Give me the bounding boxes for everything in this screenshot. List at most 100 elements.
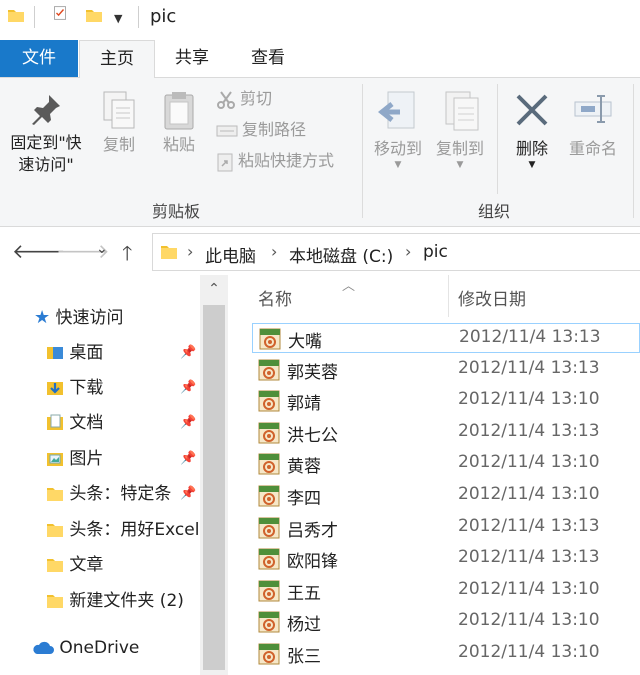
- file-row[interactable]: 李四 2012/11/4 13:10: [252, 481, 640, 511]
- pin-icon[interactable]: 📌: [180, 486, 196, 501]
- ribbon-group-separator: [362, 84, 363, 218]
- scrollbar-thumb[interactable]: [203, 305, 225, 670]
- file-row[interactable]: 杨过 2012/11/4 13:10: [252, 607, 640, 637]
- rename-button[interactable]: 重命名: [562, 90, 624, 160]
- file-row[interactable]: 欧阳锋 2012/11/4 13:13: [252, 544, 640, 574]
- nav-onedrive[interactable]: OneDrive: [32, 633, 139, 663]
- file-name: 张三: [287, 647, 321, 667]
- tab-file[interactable]: 文件: [0, 40, 78, 77]
- file-row[interactable]: 黄蓉 2012/11/4 13:10: [252, 449, 640, 479]
- file-modified-date: 2012/11/4 13:10: [458, 578, 600, 599]
- nav-onedrive-label: OneDrive: [59, 638, 140, 658]
- navigation-pane: ★ 快速访问 桌面 📌 下载 📌 文档 📌 图片 📌 头条：特定条 📌 头条：用…: [0, 275, 200, 675]
- address-path-box[interactable]: › 此电脑 › 本地磁盘 (C:) › pic: [152, 233, 640, 271]
- ribbon-group-separator: [633, 84, 634, 218]
- copy-to-label: 复制到: [435, 139, 484, 158]
- file-row[interactable]: 郭芙蓉 2012/11/4 13:13: [252, 355, 640, 385]
- copy-path-button[interactable]: 复制路径: [216, 117, 306, 143]
- paste-shortcut-button[interactable]: 粘贴快捷方式: [216, 148, 334, 174]
- tab-share[interactable]: 共享: [158, 40, 226, 77]
- jpg-file-icon: [259, 328, 281, 350]
- breadcrumb-separator-icon[interactable]: ›: [187, 242, 193, 261]
- file-name: 黄蓉: [287, 457, 321, 478]
- up-arrow-icon[interactable]: 🡑: [122, 239, 132, 273]
- pin-icon[interactable]: 📌: [180, 451, 196, 466]
- column-separator[interactable]: [448, 275, 449, 317]
- jpg-file-icon: [258, 422, 280, 444]
- file-row[interactable]: 张三 2012/11/4 13:10: [252, 639, 640, 669]
- file-row[interactable]: 吕秀才 2012/11/4 13:13: [252, 513, 640, 543]
- file-name: 王五: [287, 583, 321, 604]
- file-modified-date: 2012/11/4 13:13: [458, 420, 600, 441]
- quick-access-separator: [34, 6, 35, 28]
- file-modified-date: 2012/11/4 13:13: [458, 547, 600, 568]
- file-name: 欧阳锋: [287, 552, 338, 573]
- nav-item-label: 文章: [69, 555, 104, 575]
- file-row[interactable]: 大嘴 2012/11/4 13:13: [252, 323, 640, 353]
- desktop-folder-icon: [47, 347, 63, 359]
- customize-quick-access-icon[interactable]: ▼: [114, 12, 122, 25]
- file-row[interactable]: 王五 2012/11/4 13:10: [252, 576, 640, 606]
- download-folder-icon: [47, 382, 63, 395]
- cut-label: 剪切: [240, 89, 273, 108]
- file-row[interactable]: 郭靖 2012/11/4 13:10: [252, 386, 640, 416]
- tab-view[interactable]: 查看: [234, 40, 302, 77]
- pin-icon[interactable]: 📌: [180, 380, 196, 395]
- nav-item-label: 桌面: [69, 343, 104, 363]
- breadcrumb-local-disk[interactable]: 本地磁盘 (C:): [289, 242, 393, 267]
- breadcrumb-this-pc[interactable]: 此电脑: [205, 242, 256, 267]
- file-name: 洪七公: [287, 425, 338, 446]
- scroll-up-arrow-icon[interactable]: ⌃: [200, 275, 228, 303]
- nav-item-label: 新建文件夹 (2): [69, 591, 184, 611]
- navigation-scrollbar[interactable]: ⌃: [200, 275, 228, 675]
- paste-button[interactable]: 粘贴: [154, 90, 204, 156]
- nav-quick-access[interactable]: ★ 快速访问: [34, 303, 124, 333]
- pictures-folder-icon: [47, 453, 63, 466]
- file-modified-date: 2012/11/4 13:10: [458, 642, 600, 662]
- breadcrumb-separator-icon[interactable]: ›: [271, 242, 277, 261]
- nav-item-folder[interactable]: 新建文件夹 (2): [46, 586, 184, 616]
- jpg-file-icon: [258, 580, 280, 602]
- delete-button[interactable]: 删除 ▼: [504, 90, 560, 170]
- cut-button[interactable]: 剪切: [216, 86, 272, 112]
- pin-icon[interactable]: 📌: [180, 415, 196, 430]
- breadcrumb-pic[interactable]: pic: [423, 242, 448, 262]
- address-bar: 🡐 🡒 ⌄ 🡑 › 此电脑 › 本地磁盘 (C:) › pic: [0, 227, 640, 275]
- sort-ascending-icon: ︿: [342, 279, 356, 294]
- new-folder-icon[interactable]: [86, 8, 102, 22]
- column-header-name[interactable]: 名称: [258, 285, 292, 310]
- title-separator: [138, 6, 139, 28]
- copy-to-button[interactable]: 复制到 ▼: [430, 90, 490, 170]
- tab-home[interactable]: 主页: [79, 40, 155, 79]
- nav-item-pictures[interactable]: 图片: [46, 444, 103, 474]
- properties-icon[interactable]: [52, 6, 68, 20]
- nav-item-downloads[interactable]: 下载: [46, 373, 103, 403]
- jpg-file-icon: [258, 643, 280, 665]
- nav-item-documents[interactable]: 文档: [46, 408, 103, 438]
- organize-group-label: 组织: [478, 202, 511, 221]
- copy-button[interactable]: 复制: [94, 90, 144, 156]
- pin-to-quick-access-button[interactable]: 固定到"快 速访问": [4, 92, 88, 176]
- nav-item-desktop[interactable]: 桌面: [46, 338, 103, 368]
- documents-folder-icon: [47, 414, 63, 430]
- pin-label-line1: 固定到"快: [10, 133, 82, 152]
- pin-icon[interactable]: 📌: [180, 345, 196, 360]
- folder-icon: [47, 559, 63, 572]
- copy-label: 复制: [102, 135, 135, 154]
- move-to-button[interactable]: 移动到 ▼: [368, 90, 428, 170]
- nav-item-folder[interactable]: 头条：特定条: [46, 479, 171, 509]
- nav-item-folder[interactable]: 文章: [46, 550, 103, 580]
- file-name: 郭芙蓉: [287, 362, 338, 383]
- window-title: pic: [150, 6, 177, 27]
- nav-item-folder[interactable]: 头条：用好Excel: [46, 515, 199, 545]
- column-header-modified[interactable]: 修改日期: [458, 285, 526, 310]
- paste-shortcut-label: 粘贴快捷方式: [238, 151, 335, 170]
- nav-item-label: 下载: [69, 378, 104, 398]
- jpg-file-icon: [258, 517, 280, 539]
- nav-quick-access-label: 快速访问: [55, 308, 124, 328]
- file-row[interactable]: 洪七公 2012/11/4 13:13: [252, 418, 640, 448]
- folder-icon: [161, 246, 177, 259]
- recent-locations-chevron-icon[interactable]: ⌄: [96, 241, 108, 257]
- delete-dropdown-icon: ▼: [528, 160, 536, 170]
- breadcrumb-separator-icon[interactable]: ›: [405, 242, 411, 261]
